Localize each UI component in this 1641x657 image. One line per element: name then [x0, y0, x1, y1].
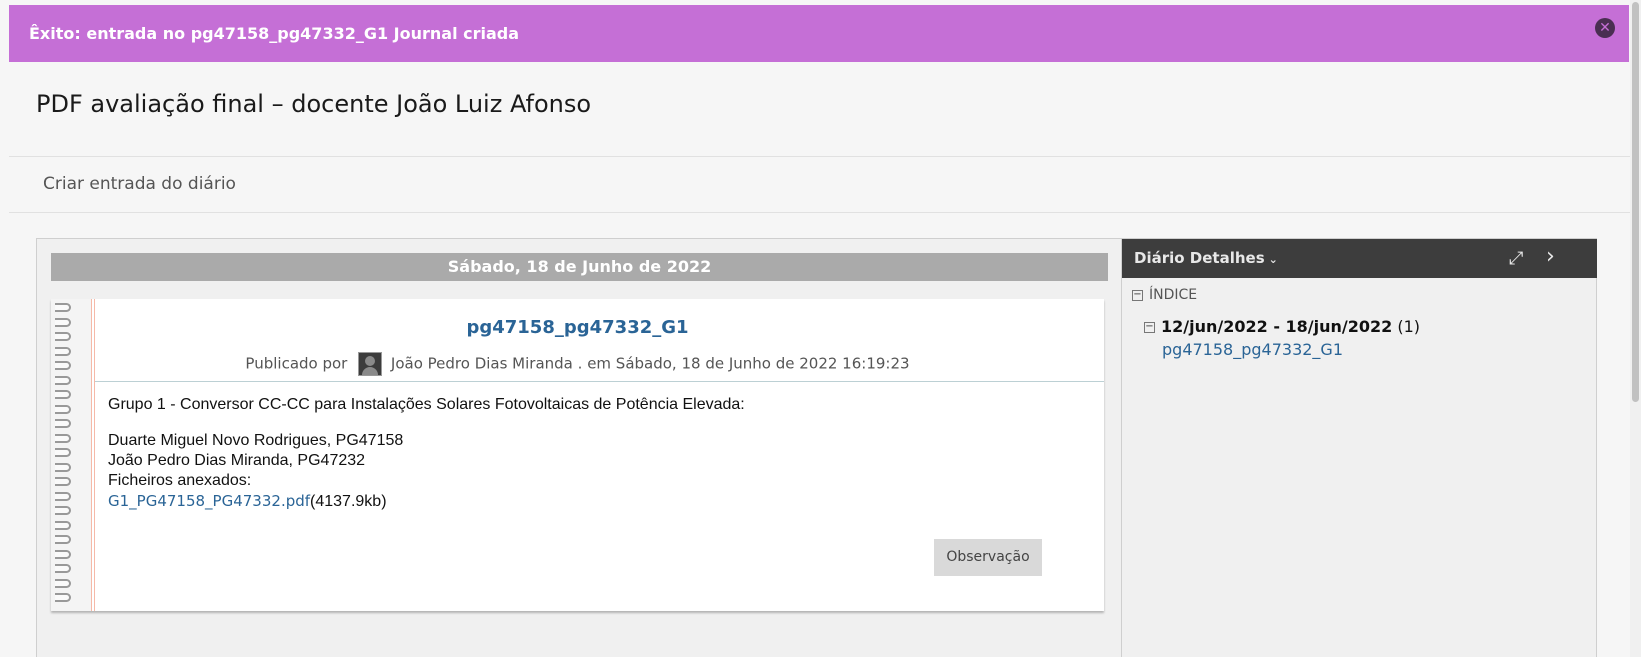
expand-icon[interactable]: ⤢	[1509, 248, 1523, 269]
notebook-ring	[55, 491, 71, 501]
close-icon[interactable]: ✕	[1595, 18, 1615, 38]
notebook-ring	[55, 564, 71, 573]
index-label: ÍNDICE	[1149, 287, 1198, 303]
success-message: Êxito: entrada no pg47158_pg47332_G1 Jou…	[29, 24, 520, 43]
notebook-margin	[91, 299, 95, 611]
entry-title[interactable]: pg47158_pg47332_G1	[466, 317, 688, 338]
posted-date: em Sábado, 18 de Junho de 2022 16:19:23	[587, 354, 910, 373]
week-range: 12/jun/2022 - 18/jun/2022	[1161, 317, 1393, 336]
index-heading: − ÍNDICE	[1132, 287, 1197, 303]
notebook-ring	[55, 433, 71, 443]
attachment-row: G1_PG47158_PG47332.pdf(4137.9kb)	[108, 491, 1068, 512]
divider	[9, 212, 1641, 213]
page-title: PDF avaliação final – docente João Luiz …	[36, 90, 592, 118]
notebook-rings	[51, 299, 91, 611]
entry-byline: Publicado por João Pedro Dias Miranda . …	[51, 352, 1104, 376]
notebook-ring	[55, 506, 71, 515]
panel-title[interactable]: Diário Detalhes	[1134, 249, 1265, 267]
body-text: Grupo 1 - Conversor CC-CC para Instalaçõ…	[108, 396, 745, 413]
body-text: João Pedro Dias Miranda, PG47232	[108, 452, 366, 469]
comment-button[interactable]: Observação	[934, 539, 1042, 576]
collapse-icon[interactable]: −	[1132, 289, 1143, 301]
notebook-ring	[55, 404, 71, 414]
week-count: (1)	[1397, 317, 1421, 336]
journal-content: Sábado, 18 de Junho de 2022 pg47158_pg47…	[36, 238, 1122, 657]
notebook-ring	[55, 520, 71, 530]
chevron-right-icon[interactable]: ›	[1546, 244, 1555, 269]
scrollbar-thumb[interactable]	[1632, 2, 1639, 402]
notebook-ring	[55, 549, 71, 559]
entry-title-link[interactable]: pg47158_pg47332_G1	[51, 317, 1104, 338]
notebook-ring	[55, 448, 71, 457]
week-node: −12/jun/2022 - 18/jun/2022 (1)	[1144, 317, 1420, 336]
body-text: Duarte Miguel Novo Rodrigues, PG47158	[108, 432, 404, 449]
avatar	[358, 352, 383, 376]
entry-body: Grupo 1 - Conversor CC-CC para Instalaçõ…	[108, 395, 1068, 512]
notebook-ring	[55, 375, 71, 385]
sidebar-entry-link[interactable]: pg47158_pg47332_G1	[1162, 340, 1343, 359]
attachments-label: Ficheiros anexados:	[108, 472, 252, 489]
chevron-down-icon: ⌄	[1268, 253, 1278, 266]
notebook-ring	[55, 419, 71, 428]
attachment-size: (4137.9kb)	[310, 493, 387, 510]
notebook-ring	[55, 462, 71, 472]
divider	[9, 156, 1641, 157]
notebook-ring	[55, 303, 71, 312]
journal-entry: pg47158_pg47332_G1 Publicado por João Pe…	[51, 299, 1104, 611]
notebook-ring	[55, 578, 71, 588]
panel-header: Diário Detalhes ⌄ ⤢ ›	[1122, 239, 1597, 278]
attachment-link[interactable]: G1_PG47158_PG47332.pdf	[108, 492, 310, 510]
notebook-ring	[55, 390, 71, 399]
author-name: João Pedro Dias Miranda .	[390, 354, 583, 373]
posted-by-label: Publicado por	[245, 354, 348, 373]
journal-details-panel: Diário Detalhes ⌄ ⤢ › − ÍNDICE −12/jun/202…	[1121, 238, 1597, 657]
panel-title-menu[interactable]: Diário Detalhes ⌄	[1134, 249, 1278, 267]
notebook-ring	[55, 535, 71, 544]
notebook-ring	[55, 593, 71, 602]
collapse-icon[interactable]: −	[1144, 322, 1155, 333]
date-header: Sábado, 18 de Junho de 2022	[51, 253, 1108, 281]
entry-divider	[95, 381, 1104, 382]
success-banner: Êxito: entrada no pg47158_pg47332_G1 Jou…	[9, 5, 1629, 62]
create-journal-entry-button[interactable]: Criar entrada do diário	[43, 174, 236, 194]
notebook-ring	[55, 477, 71, 486]
